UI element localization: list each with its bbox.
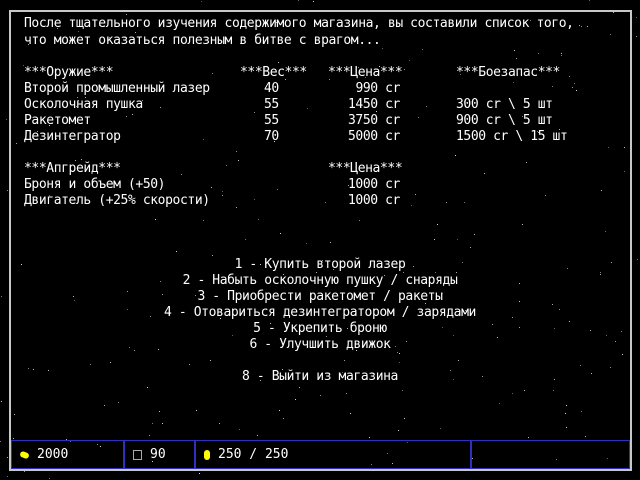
credits-value: 2000 [37,447,69,462]
upgrade-price: 1000 cr [348,177,400,192]
star [7,457,8,458]
upgrade-name: Броня и объем (+50) [24,177,166,192]
upgrade-price-header: ***Цена*** [328,161,403,176]
weapon-ammo: 900 cr \ 5 шт [456,113,553,128]
star [6,119,7,120]
empty-cell [472,441,629,468]
star [7,190,8,191]
star [24,471,25,472]
menu-buy-laser[interactable]: 1 - Купить второй лазер [0,257,640,273]
upgrade-price: 1000 cr [348,193,400,208]
weapon-name: Ракетомет [24,113,91,128]
star [1,401,2,402]
menu-upgrade-armor[interactable]: 5 - Укрепить броню [0,321,640,337]
ammo-header: ***Боезапас*** [456,65,560,80]
star [49,478,50,479]
weapon-name: Второй промышленный лазер [24,81,210,96]
star [636,17,637,18]
menu-buy-disintegrator[interactable]: 4 - Отовариться дезинтегратором / заряда… [0,305,640,321]
weapon-name: Осколочная пушка [24,97,143,112]
credits-cell: 2000 [12,441,125,468]
intro-line-1: После тщательного изучения содержимого м… [24,16,574,31]
menu-buy-rocket-launcher[interactable]: 3 - Приобрести ракетомет / ракеты [0,289,640,305]
menu-exit-shop[interactable]: 8 - Выйти из магазина [0,369,640,385]
weapon-ammo: 300 cr \ 5 шт [456,97,553,112]
star [199,473,200,474]
energy-value: 250 / 250 [218,447,289,462]
weapons-header: ***Оружие*** [24,65,114,80]
star [589,0,590,1]
status-bar: 2000 90 250 / 250 [11,440,630,469]
star [7,476,8,477]
weight-value: 90 [150,447,166,462]
intro-line-2: что может оказаться полезным в битве с в… [24,33,381,48]
weapon-weight: 55 [264,113,279,128]
menu-upgrade-engine[interactable]: 6 - Улучшить движок [0,337,640,353]
weapon-price: 5000 cr [348,129,400,144]
weapon-ammo: 1500 cr \ 15 шт [456,129,568,144]
star [636,36,637,37]
star [298,0,299,1]
cargo-icon [133,449,142,460]
upgrades-header: ***Апгрейд*** [24,161,121,176]
price-header: ***Цена*** [328,65,403,80]
weapon-weight: 40 [264,81,279,96]
star [313,1,314,2]
weapon-name: Дезинтегратор [24,129,121,144]
coins-icon [19,450,30,459]
weapon-weight: 55 [264,97,279,112]
upgrade-name: Двигатель (+25% скорости) [24,193,210,208]
energy-icon [204,449,210,460]
weapon-price: 3750 cr [348,113,400,128]
weight-header: ***Вес*** [240,65,307,80]
weapon-price: 990 cr [355,81,400,96]
menu-buy-cannon[interactable]: 2 - Набыть осколочную пушку / снаряды [0,273,640,289]
weight-cell: 90 [125,441,196,468]
weapon-weight: 70 [264,129,279,144]
star [201,1,202,2]
weapon-price: 1450 cr [348,97,400,112]
star [0,441,1,442]
energy-cell: 250 / 250 [196,441,472,468]
